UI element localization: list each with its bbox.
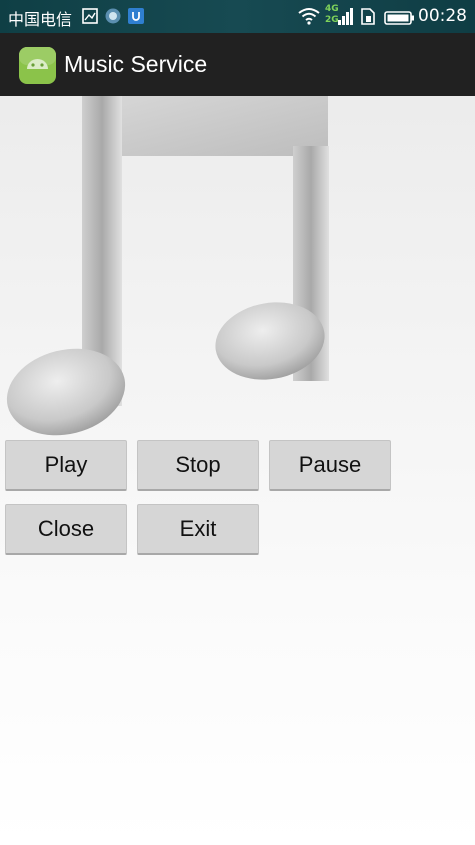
carrier-label: 中国电信 — [8, 10, 73, 29]
wifi-icon — [298, 7, 320, 25]
app-notification-icon — [105, 8, 121, 24]
battery-icon — [384, 10, 415, 25]
sim-icon — [361, 8, 375, 25]
stop-button[interactable]: Stop — [137, 440, 259, 491]
play-button[interactable]: Play — [5, 440, 127, 491]
android-app-icon — [19, 47, 56, 84]
pause-button[interactable]: Pause — [269, 440, 391, 491]
status-bar: 中国电信 4G 2G 00:28 — [0, 0, 475, 33]
network-type-4g: 4G — [325, 4, 339, 14]
shield-notification-icon — [128, 8, 144, 24]
signal-icon — [338, 6, 354, 26]
app-title: Music Service — [64, 51, 208, 77]
music-note-image — [0, 96, 340, 438]
exit-button[interactable]: Exit — [137, 504, 259, 555]
network-type-2g: 2G — [325, 15, 339, 25]
clock: 00:28 — [418, 6, 467, 26]
close-button[interactable]: Close — [5, 504, 127, 555]
gallery-icon — [82, 8, 98, 24]
